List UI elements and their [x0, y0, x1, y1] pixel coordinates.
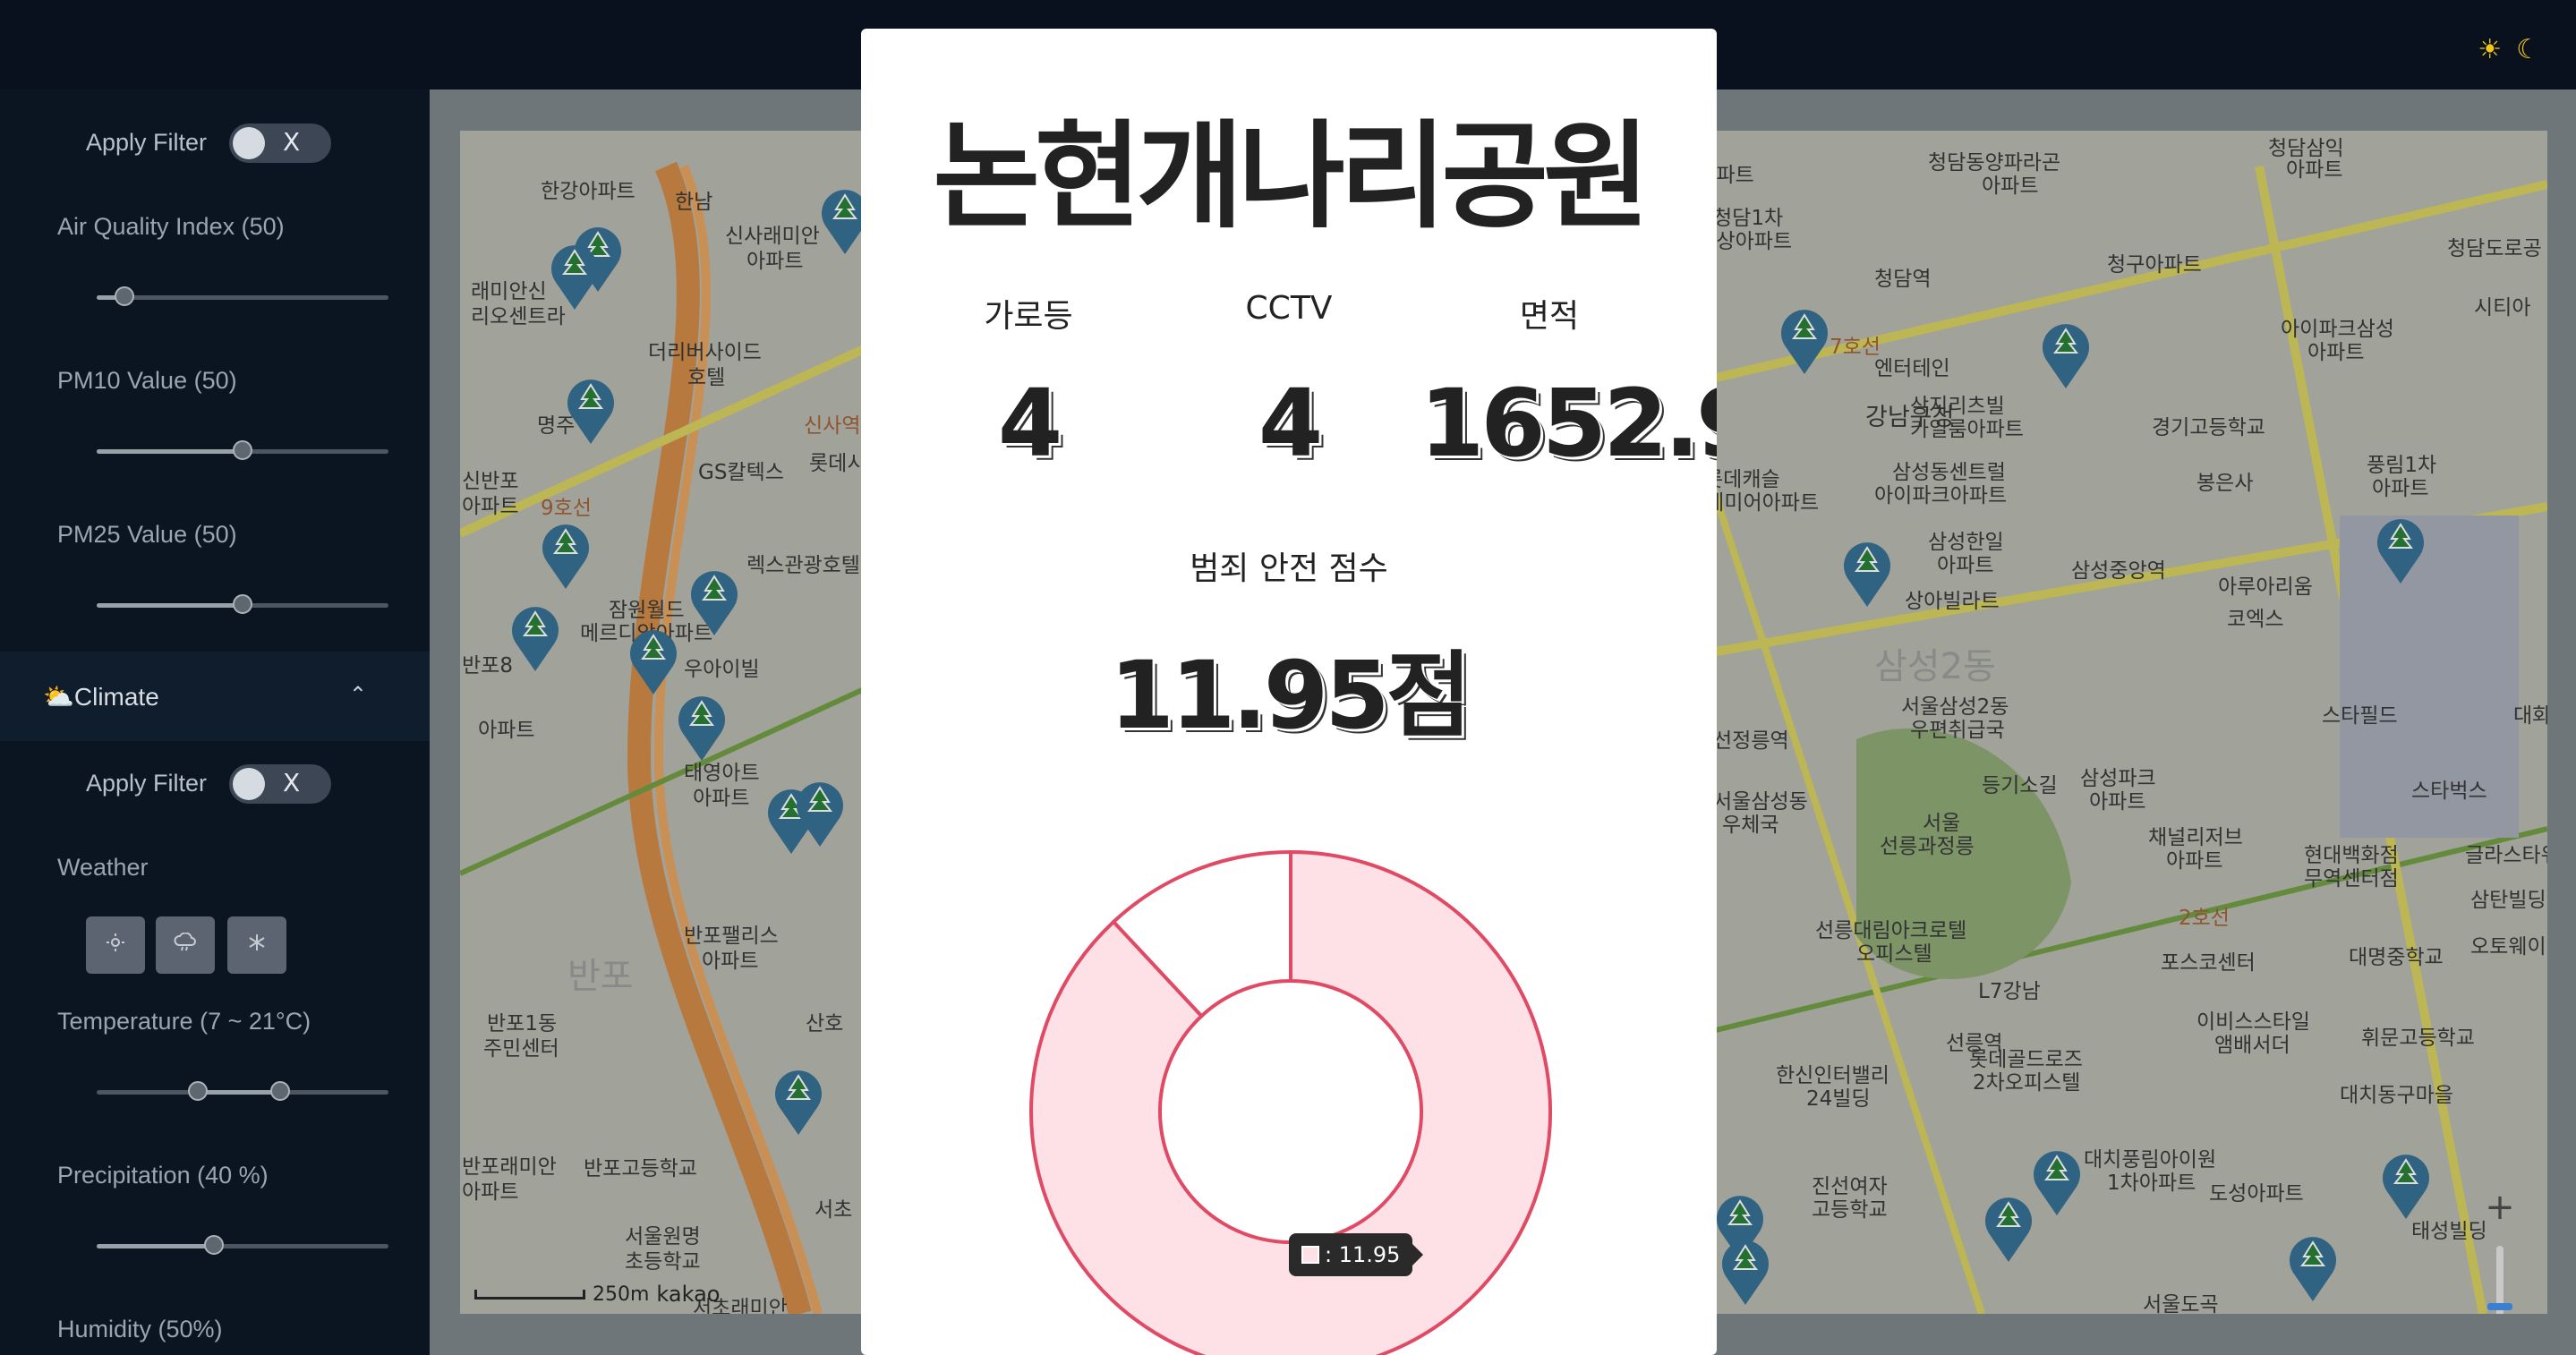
scale-bar [474, 1289, 585, 1300]
chevron-up-icon[interactable]: ⌃ [349, 682, 367, 707]
area-value: 1652.9 [1420, 369, 1717, 478]
aqi-slider[interactable] [97, 286, 388, 306]
area-label: 면적 [1519, 298, 1580, 335]
precipitation-label: Precipitation (40 %) [57, 1162, 269, 1189]
theme-toggle[interactable]: ☀ ☾ [2478, 34, 2540, 65]
temperature-max-thumb[interactable] [270, 1081, 290, 1101]
weather-rain-button[interactable] [156, 916, 215, 974]
cctv-label: CCTV [1245, 290, 1333, 327]
pm25-slider-fill [97, 603, 243, 608]
climate-title-text: Climate [73, 683, 159, 711]
aqi-label: Air Quality Index (50) [57, 213, 285, 240]
tooltip-text: : 11.95 [1325, 1242, 1401, 1267]
switch-knob [233, 127, 265, 159]
cloud-rain-icon [174, 932, 196, 951]
pm10-slider-thumb[interactable] [233, 440, 252, 460]
precipitation-slider-thumb[interactable] [204, 1235, 224, 1255]
chart-tooltip: : 11.95 [1289, 1233, 1424, 1276]
humidity-label: Humidity (50%) [57, 1316, 223, 1342]
crime-safety-score-label: 범죄 안전 점수 [1190, 550, 1388, 587]
precipitation-slider[interactable] [97, 1235, 388, 1255]
pm10-slider[interactable] [97, 440, 388, 460]
switch-off-icon: X [283, 127, 301, 157]
park-name: 논현개나리공원 [933, 108, 1650, 244]
temperature-slider[interactable] [97, 1081, 388, 1101]
map-scale: 250m kakao [474, 1282, 720, 1307]
sun-icon [107, 933, 124, 951]
zoom-control: + − [2474, 1187, 2526, 1314]
crime-safety-score-value: 11.95점 [1109, 641, 1472, 750]
scale-text: 250m [593, 1283, 650, 1306]
aqi-slider-thumb[interactable] [115, 286, 134, 306]
climate-apply-filter-switch[interactable]: X [229, 764, 331, 804]
sidebar: Apply Filter X Air Quality Index (50) PM… [0, 89, 430, 1355]
climate-apply-filter-label: Apply Filter [86, 770, 208, 797]
climate-section-header[interactable]: ⛅Climate ⌃ [0, 652, 430, 741]
zoom-slider[interactable] [2487, 1246, 2512, 1314]
zoom-level-handle[interactable] [2487, 1303, 2512, 1310]
pm10-label: PM10 Value (50) [57, 367, 237, 394]
moon-icon[interactable]: ☾ [2516, 34, 2540, 65]
cctv-value: 4 [1258, 369, 1323, 478]
climate-icon: ⛅ [43, 683, 74, 711]
weather-label: Weather [57, 854, 149, 881]
sun-icon[interactable]: ☀ [2478, 34, 2502, 65]
streetlight-label: 가로등 [984, 298, 1073, 335]
map-provider-logo: kakao [656, 1282, 721, 1307]
pm10-slider-fill [97, 449, 243, 454]
temperature-min-thumb[interactable] [188, 1081, 208, 1101]
temperature-label: Temperature (7 ~ 21°C) [57, 1008, 311, 1035]
streetlight-value: 4 [997, 369, 1062, 478]
apply-filter-label: Apply Filter [86, 129, 208, 156]
weather-sun-button[interactable] [86, 916, 145, 974]
precipitation-slider-fill [97, 1244, 213, 1248]
snow-icon [249, 934, 265, 950]
switch-knob [233, 768, 265, 800]
tooltip-swatch [1301, 1246, 1319, 1264]
switch-off-icon: X [283, 768, 301, 797]
apply-filter-switch[interactable]: X [229, 124, 331, 163]
pm25-slider[interactable] [97, 594, 388, 614]
zoom-in-button[interactable]: + [2485, 1187, 2515, 1228]
weather-snow-button[interactable] [227, 916, 286, 974]
park-detail-modal: 논현개나리공원 가로등 CCTV 면적 4 4 1652.9 범죄 안전 점수 … [861, 29, 1717, 1355]
climate-section-title: ⛅Climate [43, 682, 159, 712]
temperature-slider-fill [197, 1090, 279, 1095]
pm25-label: PM25 Value (50) [57, 521, 237, 548]
pm25-slider-thumb[interactable] [233, 594, 252, 614]
